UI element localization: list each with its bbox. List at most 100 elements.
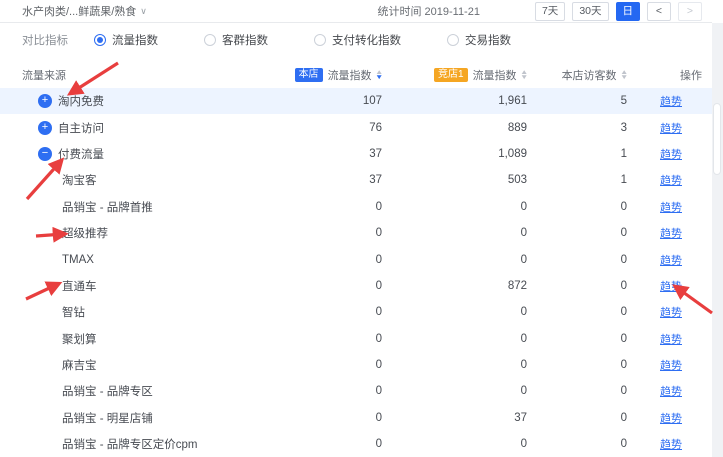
competitor-index-value: 37 bbox=[514, 412, 527, 424]
col-competitor-index: 竞店1 流量指数 bbox=[382, 67, 527, 83]
next-day-button[interactable]: > bbox=[678, 2, 702, 21]
action-cell: 趋势 bbox=[627, 120, 702, 136]
traffic-source-label: 品销宝 - 明星店铺 bbox=[62, 410, 153, 426]
action-cell: 趋势 bbox=[627, 93, 702, 109]
traffic-source-label: 淘宝客 bbox=[62, 172, 97, 188]
collapse-icon[interactable]: − bbox=[38, 147, 52, 161]
own-visitors-value: 0 bbox=[527, 385, 627, 397]
chevron-down-icon: ∨ bbox=[140, 6, 147, 17]
traffic-source-cell: +淘内免费 bbox=[0, 93, 292, 109]
competitor-index-value: 0 bbox=[382, 385, 527, 397]
radio-traffic-index[interactable]: 流量指数 bbox=[94, 32, 158, 48]
radio-icon bbox=[314, 34, 326, 46]
sort-icon-competitor-index[interactable] bbox=[521, 70, 527, 81]
trend-link[interactable]: 趋势 bbox=[660, 383, 682, 399]
radio-pay-conversion-index[interactable]: 支付转化指数 bbox=[314, 32, 401, 48]
own-index-value: 107 bbox=[292, 95, 382, 107]
trend-link[interactable]: 趋势 bbox=[660, 304, 682, 320]
competitor-index-value: 0 bbox=[382, 201, 527, 213]
expand-icon[interactable]: + bbox=[38, 94, 52, 108]
action-cell: 趋势 bbox=[627, 304, 702, 320]
range-day-button[interactable]: 日 bbox=[616, 2, 641, 21]
expand-icon[interactable]: + bbox=[38, 121, 52, 135]
prev-day-button[interactable]: < bbox=[647, 2, 671, 21]
scrollbar-track[interactable] bbox=[712, 23, 723, 457]
traffic-source-cell: −付费流量 bbox=[0, 146, 292, 162]
competitor-index-value: 0 bbox=[382, 438, 527, 450]
table-row: 淘宝客 37 5031 趋势 bbox=[0, 167, 712, 193]
range-30d-button[interactable]: 30天 bbox=[572, 2, 608, 21]
traffic-source-cell: 品销宝 - 品牌首推 bbox=[0, 199, 292, 215]
action-cell: 趋势 bbox=[627, 199, 702, 215]
action-cell: 趋势 bbox=[627, 278, 702, 294]
radio-label: 流量指数 bbox=[112, 32, 158, 48]
table-header: 流量来源 本店 流量指数 竞店1 流量指数 本店访客数 操作 bbox=[0, 62, 712, 88]
category-breadcrumb[interactable]: 水产肉类/...鲜蔬果/熟食 ∨ bbox=[22, 3, 147, 19]
traffic-source-label: 品销宝 - 品牌首推 bbox=[62, 199, 153, 215]
action-cell: 趋势 bbox=[627, 146, 702, 162]
own-index-value: 37 bbox=[292, 148, 382, 160]
range-7d-button[interactable]: 7天 bbox=[535, 2, 565, 21]
compare-metric-label: 对比指标 bbox=[22, 32, 68, 48]
own-store-badge: 本店 bbox=[295, 68, 323, 82]
action-cell: 趋势 bbox=[627, 225, 702, 241]
own-index-value: 107 bbox=[363, 95, 382, 107]
action-cell: 趋势 bbox=[627, 252, 702, 268]
competitor-index-value: 37 bbox=[382, 412, 527, 424]
trend-link[interactable]: 趋势 bbox=[660, 225, 682, 241]
trend-link[interactable]: 趋势 bbox=[660, 252, 682, 268]
sort-icon-own-index[interactable] bbox=[376, 70, 382, 81]
action-label: 操作 bbox=[680, 67, 702, 83]
table-row: TMAX000趋势 bbox=[0, 246, 712, 272]
radio-icon bbox=[204, 34, 216, 46]
traffic-source-label: 麻吉宝 bbox=[62, 357, 97, 373]
own-index-value: 37 bbox=[292, 174, 382, 186]
trend-link[interactable]: 趋势 bbox=[660, 357, 682, 373]
own-visitors-value: 0 bbox=[527, 201, 627, 213]
trend-link[interactable]: 趋势 bbox=[660, 410, 682, 426]
competitor-index-value: 1,961 bbox=[498, 95, 527, 107]
traffic-source-cell: 直通车 bbox=[0, 278, 292, 294]
own-visitors-value: 0 bbox=[527, 333, 627, 345]
radio-label: 客群指数 bbox=[222, 32, 268, 48]
scrollbar-thumb[interactable] bbox=[713, 103, 721, 175]
own-index-value: 76 bbox=[369, 122, 382, 134]
traffic-source-cell: 品销宝 - 明星店铺 bbox=[0, 410, 292, 426]
sort-icon-own-visitors[interactable] bbox=[621, 70, 627, 81]
competitor-index-value: 0 bbox=[382, 306, 527, 318]
table-row: +淘内免费1071,9615趋势 bbox=[0, 88, 712, 114]
table-row: 品销宝 - 品牌专区000趋势 bbox=[0, 378, 712, 404]
own-index-value: 0 bbox=[292, 227, 382, 239]
trend-link[interactable]: 趋势 bbox=[660, 120, 682, 136]
trend-link[interactable]: 趋势 bbox=[660, 93, 682, 109]
own-visitors-value: 1 bbox=[527, 174, 627, 186]
competitor-index-value: 503 bbox=[382, 174, 527, 186]
own-index-value: 76 bbox=[292, 122, 382, 134]
competitor-index-value: 0 bbox=[382, 227, 527, 239]
competitor-index-value: 0 bbox=[382, 254, 527, 266]
own-index-value: 0 bbox=[292, 306, 382, 318]
traffic-source-label: 自主访问 bbox=[58, 120, 104, 136]
trend-link[interactable]: 趋势 bbox=[660, 199, 682, 215]
trend-link[interactable]: 趋势 bbox=[660, 436, 682, 452]
competitor-index-value: 503 bbox=[508, 174, 527, 186]
trend-link[interactable]: 趋势 bbox=[660, 172, 682, 188]
table-row: 麻吉宝000趋势 bbox=[0, 352, 712, 378]
trend-link[interactable]: 趋势 bbox=[660, 278, 682, 294]
traffic-source-label: 品销宝 - 品牌专区定价cpm bbox=[62, 436, 197, 452]
own-index-value: 0 bbox=[292, 201, 382, 213]
trend-link[interactable]: 趋势 bbox=[660, 146, 682, 162]
own-visitors-value: 0 bbox=[527, 412, 627, 424]
radio-trade-index[interactable]: 交易指数 bbox=[447, 32, 511, 48]
radio-customer-index[interactable]: 客群指数 bbox=[204, 32, 268, 48]
competitor-index-value: 872 bbox=[382, 280, 527, 292]
top-bar: 水产肉类/...鲜蔬果/熟食 ∨ 统计时间 2019-11-21 7天 30天 … bbox=[0, 0, 712, 23]
traffic-source-cell: 品销宝 - 品牌专区 bbox=[0, 383, 292, 399]
own-visitors-value: 0 bbox=[527, 306, 627, 318]
table-row: 品销宝 - 品牌专区定价cpm000趋势 bbox=[0, 431, 712, 457]
trend-link[interactable]: 趋势 bbox=[660, 331, 682, 347]
competitor-index-value: 0 bbox=[382, 333, 527, 345]
compare-metric-row: 对比指标 流量指数 客群指数 支付转化指数 交易指数 bbox=[0, 23, 712, 56]
own-visitors-value: 3 bbox=[527, 122, 627, 134]
col-own-index: 本店 流量指数 bbox=[292, 67, 382, 83]
